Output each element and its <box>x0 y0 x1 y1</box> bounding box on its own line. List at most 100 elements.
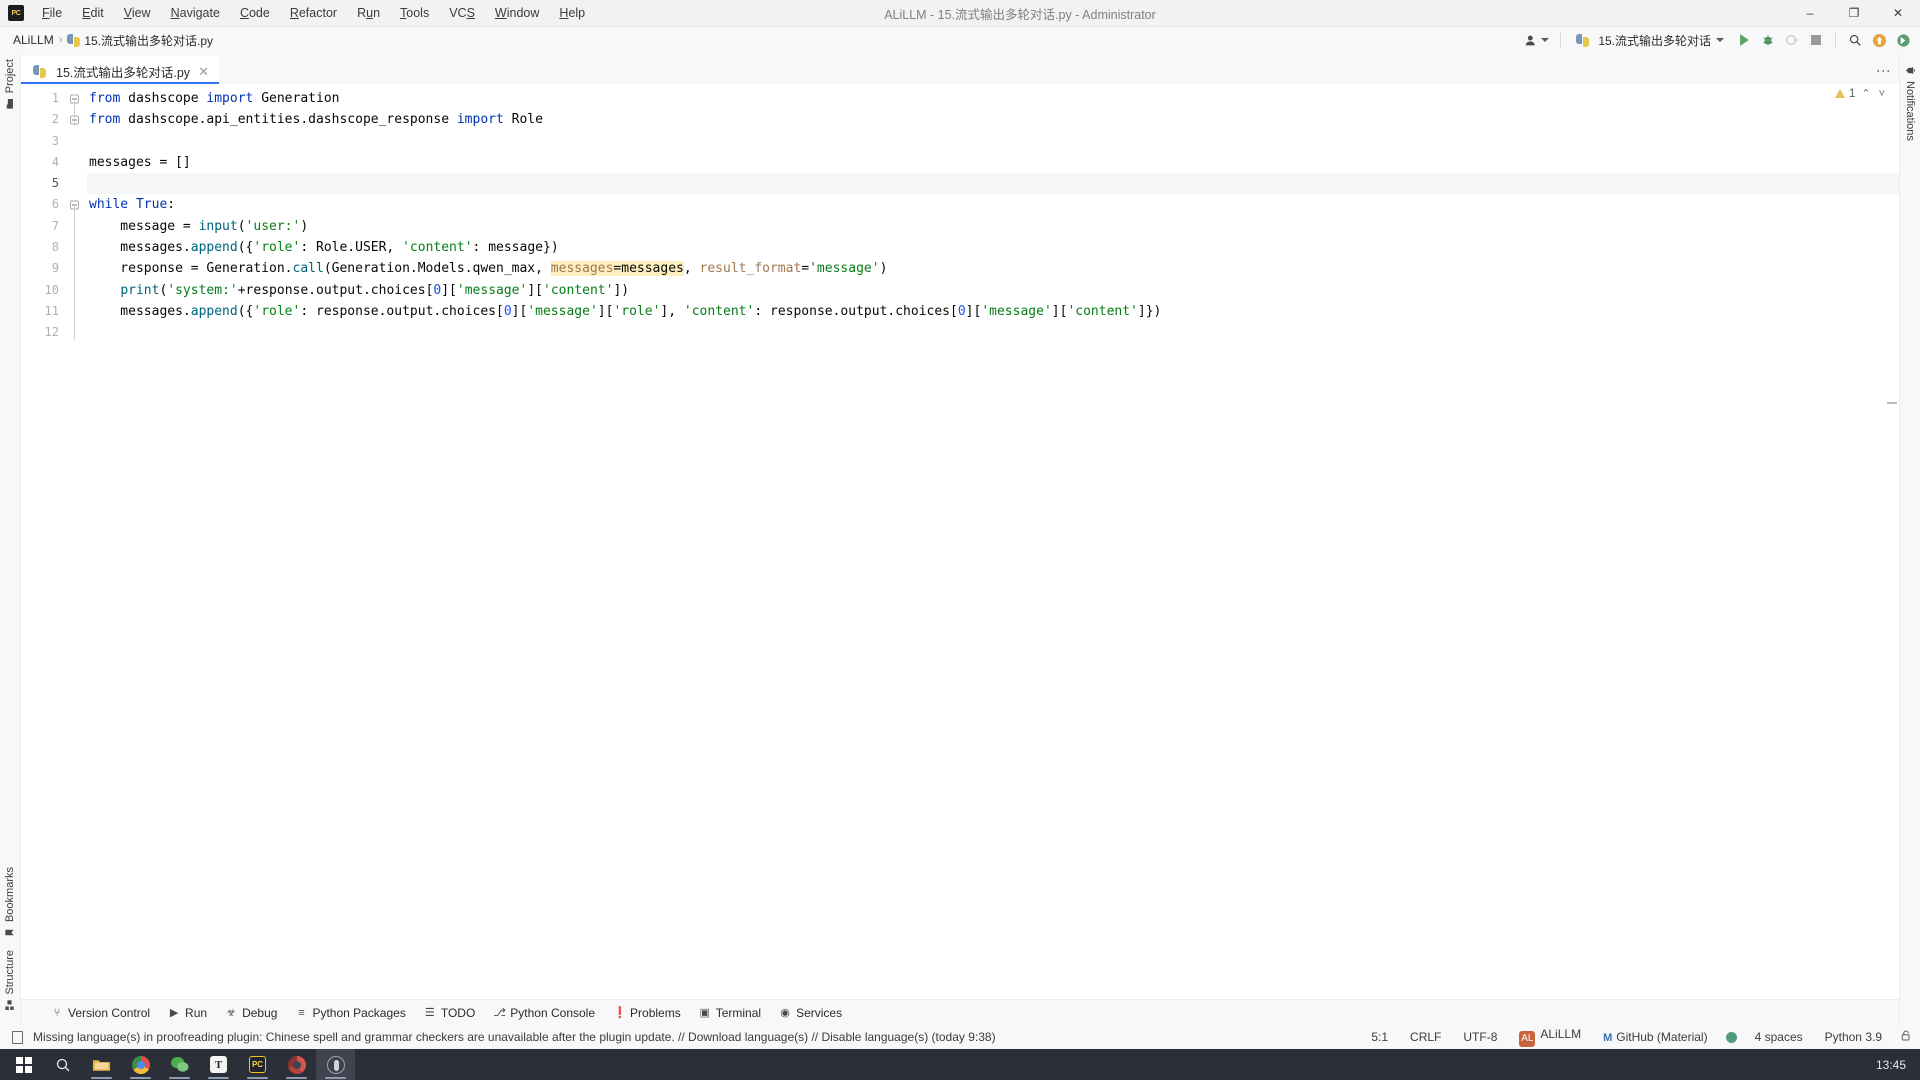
sidebar-item-project[interactable]: Project <box>4 53 16 115</box>
tool-window-python-console[interactable]: ⎇ Python Console <box>485 1003 603 1023</box>
tool-window-label: Run <box>185 1005 208 1020</box>
more-options-icon[interactable]: ⋮ <box>1875 64 1892 79</box>
memory-indicator-icon[interactable] <box>1725 1031 1737 1043</box>
line-number[interactable]: 2 <box>21 109 87 130</box>
menu-item-run[interactable]: Run <box>347 3 390 23</box>
line-number[interactable]: 10 <box>21 280 87 301</box>
code-line[interactable]: response = Generation.call(Generation.Mo… <box>87 258 1899 279</box>
code-line[interactable]: from dashscope import Generation <box>87 88 1899 109</box>
code-line[interactable] <box>87 173 1899 195</box>
menu-item-vcs[interactable]: VCS <box>439 3 485 23</box>
python-interpreter[interactable]: Python 3.9 <box>1821 1028 1886 1046</box>
sidebar-item-bookmarks[interactable]: Bookmarks <box>4 861 16 944</box>
taskbar-browser-2[interactable] <box>277 1049 316 1080</box>
code-line[interactable]: print('system:'+response.output.choices[… <box>87 280 1899 301</box>
tool-window-debug[interactable]: ☣ Debug <box>217 1003 285 1023</box>
code-line[interactable]: from dashscope.api_entities.dashscope_re… <box>87 109 1899 130</box>
settings-button[interactable] <box>1892 30 1914 50</box>
line-number[interactable]: 9 <box>21 258 87 279</box>
minimize-button[interactable]: – <box>1788 0 1832 27</box>
code-content[interactable]: from dashscope import Generation from das… <box>87 84 1899 999</box>
next-problem-icon[interactable]: ˅ <box>1877 88 1887 100</box>
bookmark-icon <box>4 927 16 938</box>
taskbar-wechat[interactable] <box>160 1049 199 1080</box>
line-number-gutter[interactable]: 1 2 3 4 5 6 7 8 9 10 11 12 <box>21 84 87 999</box>
branch-icon: ⑂ <box>53 1006 61 1019</box>
editor-tab[interactable]: 15.流式输出多轮对话.py ✕ <box>21 56 219 84</box>
code-line[interactable]: messages = [] <box>87 152 1899 173</box>
main-toolbar: 15.流式输出多轮对话 <box>1522 30 1914 51</box>
indent-setting[interactable]: 4 spaces <box>1751 1028 1807 1046</box>
sidebar-item-notifications-label: Notifications <box>1904 81 1916 141</box>
menu-item-file[interactable]: File <box>32 3 72 23</box>
run-with-coverage-button[interactable] <box>1781 30 1803 50</box>
warning-icon <box>1834 89 1845 98</box>
debug-button[interactable] <box>1757 30 1779 50</box>
search-everywhere-button[interactable] <box>1844 30 1866 50</box>
status-message[interactable]: Missing language(s) in proofreading plug… <box>33 1030 996 1044</box>
line-number[interactable]: 12 <box>21 322 87 343</box>
taskbar-obs[interactable] <box>316 1049 355 1080</box>
menu-item-refactor[interactable]: Refactor <box>280 3 347 23</box>
prev-problem-icon[interactable]: ⌃ <box>1859 87 1872 100</box>
run-button[interactable] <box>1733 30 1755 50</box>
tool-window-problems[interactable]: ❗ Problems <box>605 1003 689 1023</box>
taskbar-typora[interactable]: T <box>199 1049 238 1080</box>
taskbar-pycharm[interactable]: PC <box>238 1049 277 1080</box>
menu-item-navigate[interactable]: Navigate <box>161 3 230 23</box>
run-configuration-selector[interactable]: 15.流式输出多轮对话 <box>1569 30 1731 51</box>
close-icon[interactable]: ✕ <box>196 65 211 78</box>
menu-item-help[interactable]: Help <box>549 3 595 23</box>
tool-window-version-control[interactable]: ⑂ Version Control <box>43 1003 158 1023</box>
caret-position[interactable]: 5:1 <box>1367 1028 1392 1046</box>
event-log-icon[interactable] <box>12 1030 23 1044</box>
account-icon[interactable] <box>1522 30 1552 50</box>
taskbar-search-button[interactable] <box>43 1049 82 1080</box>
stop-button[interactable] <box>1805 30 1827 50</box>
menu-item-code[interactable]: Code <box>230 3 280 23</box>
code-line[interactable]: message = input('user:') <box>87 216 1899 237</box>
menu-item-tools[interactable]: Tools <box>390 3 439 23</box>
code-line[interactable]: messages.append({'role': response.output… <box>87 301 1899 322</box>
code-line[interactable]: messages.append({'role': Role.USER, 'con… <box>87 237 1899 258</box>
line-number[interactable]: 3 <box>21 131 87 152</box>
run-configuration-label: 15.流式输出多轮对话 <box>1598 33 1711 48</box>
menu-item-edit[interactable]: Edit <box>72 3 114 23</box>
code-line[interactable]: while True: <box>87 194 1899 215</box>
breadcrumb-file-label: 15.流式输出多轮对话.py <box>84 33 214 48</box>
menu-item-view[interactable]: View <box>114 3 161 23</box>
line-number[interactable]: 5 <box>21 173 87 194</box>
sidebar-item-notifications[interactable]: Notifications <box>1904 59 1916 147</box>
line-number[interactable]: 11 <box>21 301 87 322</box>
line-number[interactable]: 4 <box>21 152 87 173</box>
taskbar-chrome[interactable] <box>121 1049 160 1080</box>
line-number[interactable]: 7 <box>21 216 87 237</box>
maximize-button[interactable]: ❐ <box>1832 0 1876 27</box>
breadcrumb-file[interactable]: 15.流式输出多轮对话.py <box>64 31 216 50</box>
start-button[interactable] <box>4 1049 43 1080</box>
close-button[interactable]: ✕ <box>1876 0 1920 27</box>
tool-window-todo[interactable]: ☰ TODO <box>416 1003 483 1023</box>
tool-window-terminal[interactable]: ▣ Terminal <box>691 1003 769 1023</box>
code-line[interactable] <box>87 322 1899 343</box>
tool-window-run[interactable]: ▶ Run <box>160 1003 215 1023</box>
line-separator[interactable]: CRLF <box>1406 1028 1445 1046</box>
sidebar-item-structure[interactable]: Structure <box>4 944 16 1017</box>
updates-button[interactable] <box>1868 30 1890 50</box>
tool-window-python-packages[interactable]: ≡ Python Packages <box>287 1003 413 1023</box>
code-line[interactable] <box>87 131 1899 152</box>
project-indicator[interactable]: AL ALiLLM <box>1515 1025 1585 1049</box>
code-editor[interactable]: 1 ⌃ ˅ 1 2 3 4 5 6 7 8 9 10 11 12 from dashscope imp… <box>21 84 1899 999</box>
taskbar-clock[interactable]: 13:45 <box>1876 1058 1920 1072</box>
file-encoding[interactable]: UTF-8 <box>1459 1028 1501 1046</box>
line-number[interactable]: 8 <box>21 237 87 258</box>
tool-window-services[interactable]: ◉ Services <box>771 1003 850 1023</box>
taskbar-file-explorer[interactable] <box>82 1049 121 1080</box>
vcs-branch-widget[interactable]: M GitHub (Material) <box>1599 1028 1712 1046</box>
line-number[interactable]: 1 <box>21 88 87 109</box>
line-number[interactable]: 6 <box>21 194 87 215</box>
inspection-widget[interactable]: 1 ⌃ ˅ <box>1834 87 1887 100</box>
menu-item-window[interactable]: Window <box>485 3 549 23</box>
breadcrumb-project[interactable]: ALiLLM <box>10 32 57 48</box>
lock-icon[interactable] <box>1900 1029 1912 1045</box>
